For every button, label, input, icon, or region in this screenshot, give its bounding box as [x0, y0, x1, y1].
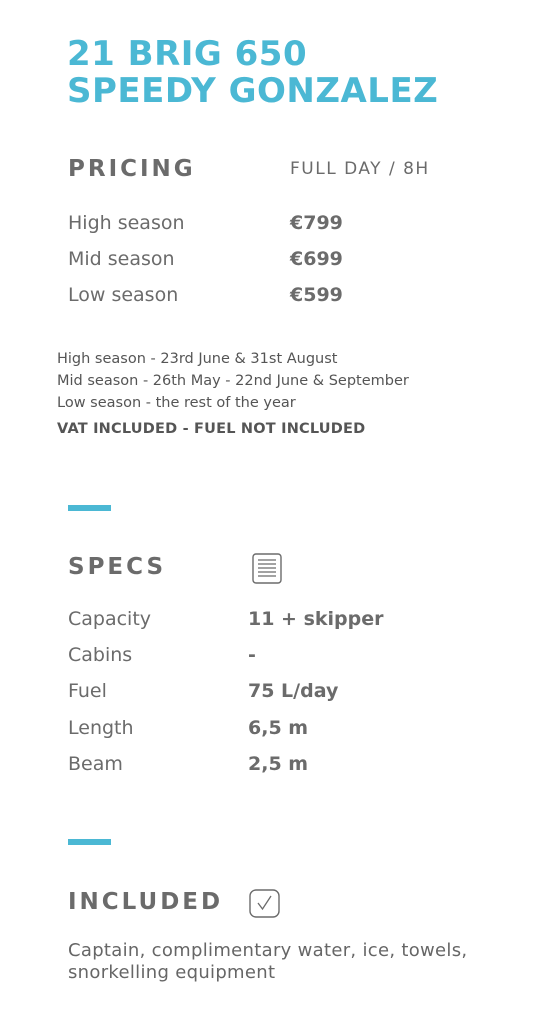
spec-row-cabins: Cabins -	[68, 644, 508, 670]
price-label: Low season	[68, 284, 179, 306]
included-heading: INCLUDED	[68, 889, 224, 915]
spec-label: Length	[68, 717, 134, 739]
spec-value: 75 L/day	[248, 680, 339, 702]
title-line-1: 21 BRIG 650	[67, 34, 308, 74]
price-row-mid: Mid season €699	[68, 248, 508, 274]
document-icon	[252, 553, 282, 584]
price-row-low: Low season €599	[68, 284, 508, 310]
spec-row-fuel: Fuel 75 L/day	[68, 680, 508, 706]
section-divider	[68, 505, 111, 511]
price-value: €699	[290, 248, 343, 270]
price-label: Mid season	[68, 248, 175, 270]
price-label: High season	[68, 212, 185, 234]
spec-row-capacity: Capacity 11 + skipper	[68, 608, 508, 634]
pricing-heading: PRICING	[68, 156, 196, 182]
season-note-low: Low season - the rest of the year	[57, 395, 296, 411]
specs-heading: SPECS	[68, 554, 167, 580]
checkbox-icon	[249, 889, 280, 918]
spec-label: Beam	[68, 753, 123, 775]
spec-row-length: Length 6,5 m	[68, 717, 508, 743]
price-value: €799	[290, 212, 343, 234]
spec-label: Capacity	[68, 608, 152, 630]
title-line-2: SPEEDY GONZALEZ	[67, 71, 439, 111]
spec-value: 6,5 m	[248, 717, 309, 739]
spec-value: 11 + skipper	[248, 608, 384, 630]
pricing-duration: FULL DAY / 8H	[290, 159, 430, 179]
season-note-high: High season - 23rd June & 31st August	[57, 351, 338, 367]
spec-value: 2,5 m	[248, 753, 309, 775]
spec-value: -	[248, 644, 256, 666]
season-note-mid: Mid season - 26th May - 22nd June & Sept…	[57, 373, 409, 389]
section-divider	[68, 839, 111, 845]
spec-label: Cabins	[68, 644, 133, 666]
price-value: €599	[290, 284, 343, 306]
spec-row-beam: Beam 2,5 m	[68, 753, 508, 779]
page-title: 21 BRIG 650 SPEEDY GONZALEZ	[67, 36, 438, 110]
spec-label: Fuel	[68, 680, 107, 702]
included-description: Captain, complimentary water, ice, towel…	[68, 940, 468, 983]
vat-note: VAT INCLUDED - FUEL NOT INCLUDED	[57, 421, 366, 437]
price-row-high: High season €799	[68, 212, 508, 238]
